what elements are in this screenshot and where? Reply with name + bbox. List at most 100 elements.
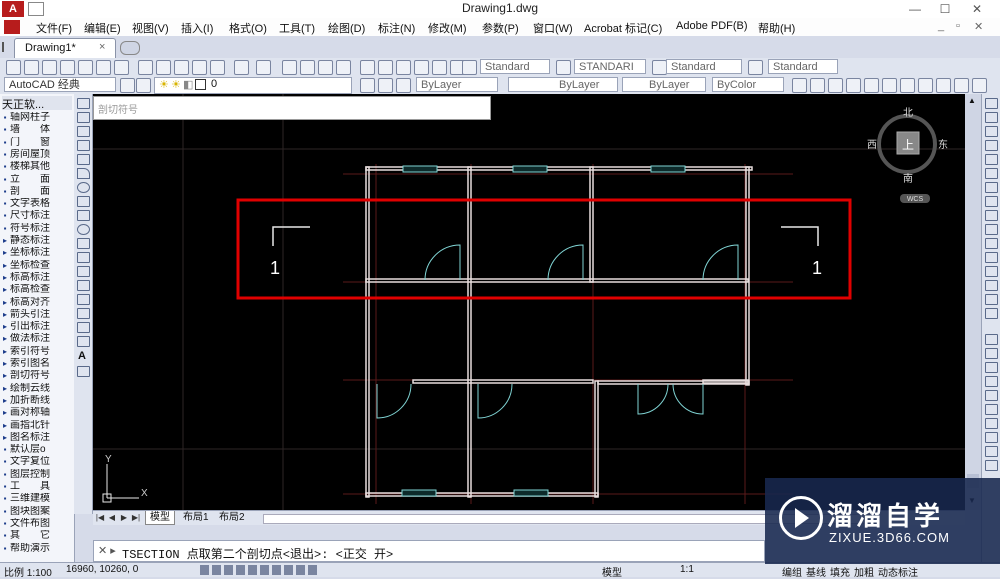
table-icon[interactable] bbox=[77, 336, 90, 347]
status-fill[interactable]: 填充 bbox=[830, 564, 850, 579]
menu-draw[interactable]: 绘图(D) bbox=[328, 20, 365, 36]
gradient-icon[interactable] bbox=[77, 308, 90, 319]
stretch-icon[interactable] bbox=[985, 210, 998, 221]
close-window-button[interactable]: ✕ bbox=[962, 0, 992, 18]
osnap-icon-6[interactable] bbox=[985, 404, 998, 415]
dim-style-icon[interactable] bbox=[556, 60, 571, 75]
tarch-menu-item[interactable]: ▸ 静态标注 bbox=[0, 235, 74, 247]
open-file-icon[interactable] bbox=[24, 60, 39, 75]
tarch-menu-item[interactable]: ▪ 文件布图 bbox=[0, 518, 74, 530]
osnap-icon-7[interactable] bbox=[985, 418, 998, 429]
extra-tool-icon-1[interactable] bbox=[792, 78, 807, 93]
osnap-icon-1[interactable] bbox=[985, 334, 998, 345]
tarch-menu-item[interactable]: ▸ 绘制云线 bbox=[0, 383, 74, 395]
polygon-icon[interactable] bbox=[77, 140, 90, 151]
fillet-icon[interactable] bbox=[985, 294, 998, 305]
tarch-menu-item[interactable]: ▸ 加折断线 bbox=[0, 395, 74, 407]
drawing-canvas[interactable]: 1 1 Y X 上 北 南 东 西 WCS bbox=[93, 94, 965, 510]
paste-icon[interactable] bbox=[174, 60, 189, 75]
scroll-up-arrow[interactable]: ▲ bbox=[968, 96, 978, 105]
scale-icon[interactable] bbox=[985, 196, 998, 207]
tarch-menu-item[interactable]: ▸ 剖切符号 bbox=[0, 370, 74, 382]
menu-view[interactable]: 视图(V) bbox=[132, 20, 169, 36]
extra-tool-icon-10[interactable] bbox=[954, 78, 969, 93]
tarch-menu-item[interactable]: ▸ 索引符号 bbox=[0, 346, 74, 358]
tab-menu-icon[interactable] bbox=[2, 42, 12, 52]
menu-help[interactable]: 帮助(H) bbox=[758, 20, 795, 36]
menu-dimension[interactable]: 标注(N) bbox=[378, 20, 415, 36]
osnap-icon-8[interactable] bbox=[985, 432, 998, 443]
ellipse-icon[interactable] bbox=[77, 224, 90, 235]
tarch-menu-item[interactable]: ▪ 尺寸标注 bbox=[0, 210, 74, 222]
redo-icon[interactable] bbox=[256, 60, 271, 75]
tarch-menu-item[interactable]: ▸ 坐标标注 bbox=[0, 247, 74, 259]
doc-minimize-button[interactable]: _ bbox=[938, 20, 944, 32]
menu-window[interactable]: 窗口(W) bbox=[533, 20, 573, 36]
design-center-icon[interactable] bbox=[378, 60, 393, 75]
osnap-icon-2[interactable] bbox=[985, 348, 998, 359]
tarch-menu-item[interactable]: ▸ 做法标注 bbox=[0, 333, 74, 345]
menu-format[interactable]: 格式(O) bbox=[229, 20, 267, 36]
zoom-realtime-icon[interactable] bbox=[300, 60, 315, 75]
linetype-select[interactable]: ByLayer bbox=[508, 77, 618, 92]
undo-icon[interactable] bbox=[234, 60, 249, 75]
make-current-layer-icon[interactable] bbox=[360, 78, 375, 93]
tab-close-icon[interactable]: × bbox=[99, 41, 105, 53]
new-file-icon[interactable] bbox=[6, 60, 21, 75]
break-icon[interactable] bbox=[985, 252, 998, 263]
construction-line-icon[interactable] bbox=[77, 112, 90, 123]
tarch-menu-item[interactable]: ▸ 画对称轴 bbox=[0, 407, 74, 419]
tarch-menu-item[interactable]: ▸ 箭头引注 bbox=[0, 309, 74, 321]
tab-drawing1[interactable]: Drawing1* × bbox=[14, 38, 116, 58]
move-icon[interactable] bbox=[985, 168, 998, 179]
trim-icon[interactable] bbox=[985, 224, 998, 235]
menu-tools[interactable]: 工具(T) bbox=[279, 20, 315, 36]
polyline-icon[interactable] bbox=[77, 126, 90, 137]
markup-icon[interactable] bbox=[432, 60, 447, 75]
tarch-menu-item[interactable]: ▸ 标高检查 bbox=[0, 284, 74, 296]
zoom-window-icon[interactable] bbox=[318, 60, 333, 75]
extra-tool-icon-9[interactable] bbox=[936, 78, 951, 93]
vertical-scrollbar[interactable]: ▲ ▼ bbox=[965, 94, 981, 510]
plot-style-select[interactable]: ByColor bbox=[712, 77, 784, 92]
layer-control[interactable]: ☀ ☀ ◧ 0 bbox=[154, 77, 352, 94]
menu-parametric[interactable]: 参数(P) bbox=[482, 20, 519, 36]
osnap-icon-10[interactable] bbox=[985, 460, 998, 471]
menu-acrobat[interactable]: Acrobat 标记(C) bbox=[584, 20, 662, 36]
tarch-menu-item[interactable]: ▪ 默认层o bbox=[0, 444, 74, 456]
extra-tool-icon-5[interactable] bbox=[864, 78, 879, 93]
mirror-icon[interactable] bbox=[985, 126, 998, 137]
annotation-scale[interactable]: 1:1 bbox=[680, 564, 694, 575]
tarch-menu-item[interactable]: ▸ 图名标注 bbox=[0, 432, 74, 444]
tarch-menu-item[interactable]: ▪ 立 面 bbox=[0, 174, 74, 186]
region-icon[interactable] bbox=[77, 322, 90, 333]
minimize-button[interactable]: — bbox=[900, 0, 930, 18]
rotate-icon[interactable] bbox=[985, 182, 998, 193]
layout-tab-2[interactable]: 布局2 bbox=[215, 511, 249, 524]
layout-tab-model[interactable]: 模型 bbox=[145, 511, 175, 525]
tarch-menu-item[interactable]: ▪ 符号标注 bbox=[0, 223, 74, 235]
tarch-menu-item[interactable]: ▸ 标高标注 bbox=[0, 272, 74, 284]
tarch-menu-item[interactable]: ▪ 文字表格 bbox=[0, 198, 74, 210]
offset-icon[interactable] bbox=[985, 140, 998, 151]
tool-palettes-icon[interactable] bbox=[396, 60, 411, 75]
workspace-settings-icon[interactable] bbox=[120, 78, 135, 93]
array-icon[interactable] bbox=[985, 154, 998, 165]
color-select[interactable]: ByLayer bbox=[416, 77, 498, 92]
doc-restore-button[interactable]: ▫ bbox=[956, 20, 960, 32]
status-dynamic-dim[interactable]: 动态标注 bbox=[878, 564, 918, 579]
join-icon[interactable] bbox=[985, 266, 998, 277]
properties-icon[interactable] bbox=[360, 60, 375, 75]
extra-tool-icon-3[interactable] bbox=[828, 78, 843, 93]
copy-icon[interactable] bbox=[156, 60, 171, 75]
menu-insert[interactable]: 插入(I) bbox=[181, 20, 213, 36]
extra-tool-icon-4[interactable] bbox=[846, 78, 861, 93]
extra-tool-icon-8[interactable] bbox=[918, 78, 933, 93]
status-group[interactable]: 编组 bbox=[782, 564, 802, 579]
tarch-menu-item[interactable]: ▪ 工 具 bbox=[0, 481, 74, 493]
spline-icon[interactable] bbox=[77, 210, 90, 221]
command-line[interactable]: ✕ ▸ TSECTION 点取第二个剖切点<退出>: <正交 开> bbox=[93, 540, 765, 562]
multiline-text-icon[interactable]: A bbox=[78, 350, 86, 362]
table-style-icon[interactable] bbox=[652, 60, 667, 75]
tarch-menu-item[interactable]: ▪ 墙 体 bbox=[0, 124, 74, 136]
